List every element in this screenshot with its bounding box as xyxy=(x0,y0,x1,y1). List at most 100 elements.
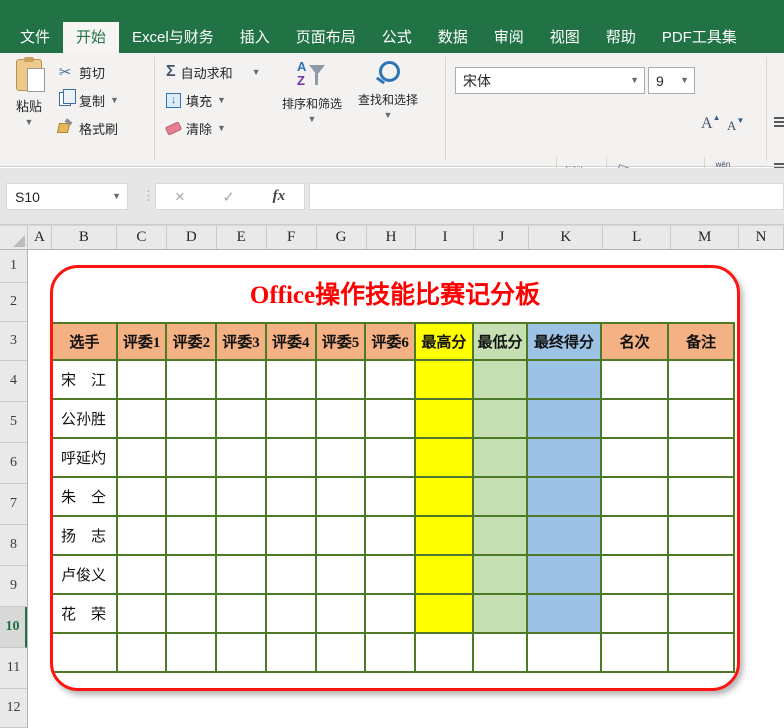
row-header-8[interactable]: 8 xyxy=(0,525,27,566)
column-header-B[interactable]: B xyxy=(52,226,117,249)
scoreboard-header-cell[interactable]: 最高分 xyxy=(415,323,473,360)
chevron-down-icon[interactable]: ▼ xyxy=(252,68,261,77)
score-cell[interactable] xyxy=(166,633,216,672)
score-cell[interactable] xyxy=(316,438,366,477)
score-cell[interactable] xyxy=(601,477,669,516)
score-cell[interactable] xyxy=(527,594,601,633)
paste-button[interactable]: 粘贴 ▼ xyxy=(8,59,50,147)
score-cell[interactable] xyxy=(668,555,734,594)
score-cell[interactable] xyxy=(473,594,528,633)
score-cell[interactable] xyxy=(365,360,415,399)
score-cell[interactable] xyxy=(365,438,415,477)
score-cell[interactable] xyxy=(527,516,601,555)
column-header-H[interactable]: H xyxy=(367,226,417,249)
ribbon-tab-5[interactable]: 公式 xyxy=(369,22,425,53)
scoreboard-header-cell[interactable]: 最终得分 xyxy=(527,323,601,360)
score-cell[interactable] xyxy=(473,438,528,477)
score-cell[interactable] xyxy=(166,360,216,399)
row-header-7[interactable]: 7 xyxy=(0,484,27,525)
player-name-cell[interactable]: 朱 仝 xyxy=(52,477,117,516)
fill-button[interactable]: ↓ 填充 ▼ xyxy=(166,89,226,111)
column-header-E[interactable]: E xyxy=(217,226,267,249)
score-cell[interactable] xyxy=(266,516,316,555)
scoreboard-header-cell[interactable]: 评委5 xyxy=(316,323,366,360)
column-header-L[interactable]: L xyxy=(603,226,671,249)
ribbon-tab-home[interactable]: 开始 xyxy=(63,22,119,53)
player-name-cell[interactable]: 卢俊义 xyxy=(52,555,117,594)
chevron-down-icon[interactable]: ▼ xyxy=(630,76,644,85)
score-cell[interactable] xyxy=(266,633,316,672)
column-header-G[interactable]: G xyxy=(317,226,367,249)
formula-input[interactable] xyxy=(309,183,784,210)
score-cell[interactable] xyxy=(316,555,366,594)
score-cell[interactable] xyxy=(415,633,473,672)
autosum-button[interactable]: Σ 自动求和 ▼ xyxy=(166,61,261,83)
scoreboard-header-cell[interactable]: 评委2 xyxy=(166,323,216,360)
score-cell[interactable] xyxy=(473,555,528,594)
score-cell[interactable] xyxy=(415,477,473,516)
format-painter-button[interactable]: 格式刷 xyxy=(56,117,118,139)
row-header-5[interactable]: 5 xyxy=(0,402,27,443)
font-size-combobox[interactable]: 9 ▼ xyxy=(648,67,695,94)
score-cell[interactable] xyxy=(473,516,528,555)
score-cell[interactable] xyxy=(117,477,167,516)
scoreboard-header-cell[interactable]: 评委3 xyxy=(216,323,266,360)
increase-font-size-button[interactable]: A▲ xyxy=(701,115,713,133)
row-header-11[interactable]: 11 xyxy=(0,648,27,689)
name-box[interactable]: S10 ▼ xyxy=(6,183,128,210)
ribbon-tab-6[interactable]: 数据 xyxy=(425,22,481,53)
score-cell[interactable] xyxy=(668,633,734,672)
score-cell[interactable] xyxy=(473,633,528,672)
score-cell[interactable] xyxy=(527,477,601,516)
column-header-I[interactable]: I xyxy=(416,226,474,249)
scoreboard-header-cell[interactable]: 评委6 xyxy=(365,323,415,360)
score-cell[interactable] xyxy=(527,555,601,594)
score-cell[interactable] xyxy=(365,594,415,633)
column-header-M[interactable]: M xyxy=(671,226,739,249)
score-cell[interactable] xyxy=(316,399,366,438)
cut-button[interactable]: ✂ 剪切 xyxy=(56,61,105,83)
scoreboard-header-cell[interactable]: 备注 xyxy=(668,323,734,360)
score-cell[interactable] xyxy=(316,477,366,516)
row-header-10[interactable]: 10 xyxy=(0,607,27,648)
column-header-K[interactable]: K xyxy=(529,226,603,249)
row-header-12[interactable]: 12 xyxy=(0,689,27,728)
player-name-cell[interactable]: 宋 江 xyxy=(52,360,117,399)
score-cell[interactable] xyxy=(668,477,734,516)
scoreboard-header-cell[interactable]: 评委4 xyxy=(266,323,316,360)
score-cell[interactable] xyxy=(415,360,473,399)
score-cell[interactable] xyxy=(415,438,473,477)
score-cell[interactable] xyxy=(166,438,216,477)
score-cell[interactable] xyxy=(365,516,415,555)
score-cell[interactable] xyxy=(415,516,473,555)
player-name-cell[interactable]: 扬 志 xyxy=(52,516,117,555)
row-header-9[interactable]: 9 xyxy=(0,566,27,607)
score-cell[interactable] xyxy=(117,516,167,555)
ribbon-tab-9[interactable]: 帮助 xyxy=(593,22,649,53)
score-cell[interactable] xyxy=(365,555,415,594)
score-cell[interactable] xyxy=(316,633,366,672)
player-name-cell[interactable]: 公孙胜 xyxy=(52,399,117,438)
score-cell[interactable] xyxy=(365,399,415,438)
column-header-N[interactable]: N xyxy=(739,226,784,249)
column-header-J[interactable]: J xyxy=(474,226,529,249)
column-header-F[interactable]: F xyxy=(267,226,317,249)
chevron-down-icon[interactable]: ▼ xyxy=(217,96,226,105)
score-cell[interactable] xyxy=(601,399,669,438)
score-cell[interactable] xyxy=(668,516,734,555)
column-header-C[interactable]: C xyxy=(117,226,167,249)
score-cell[interactable] xyxy=(166,555,216,594)
decrease-font-size-button[interactable]: A▼ xyxy=(727,118,736,134)
score-cell[interactable] xyxy=(668,399,734,438)
row-header-1[interactable]: 1 xyxy=(0,250,27,283)
score-cell[interactable] xyxy=(266,477,316,516)
score-cell[interactable] xyxy=(216,633,266,672)
ribbon-tab-3[interactable]: 插入 xyxy=(227,22,283,53)
score-cell[interactable] xyxy=(527,399,601,438)
score-cell[interactable] xyxy=(216,477,266,516)
score-cell[interactable] xyxy=(216,555,266,594)
score-cell[interactable] xyxy=(365,633,415,672)
score-cell[interactable] xyxy=(117,438,167,477)
player-name-cell[interactable]: 呼延灼 xyxy=(52,438,117,477)
score-cell[interactable] xyxy=(316,516,366,555)
